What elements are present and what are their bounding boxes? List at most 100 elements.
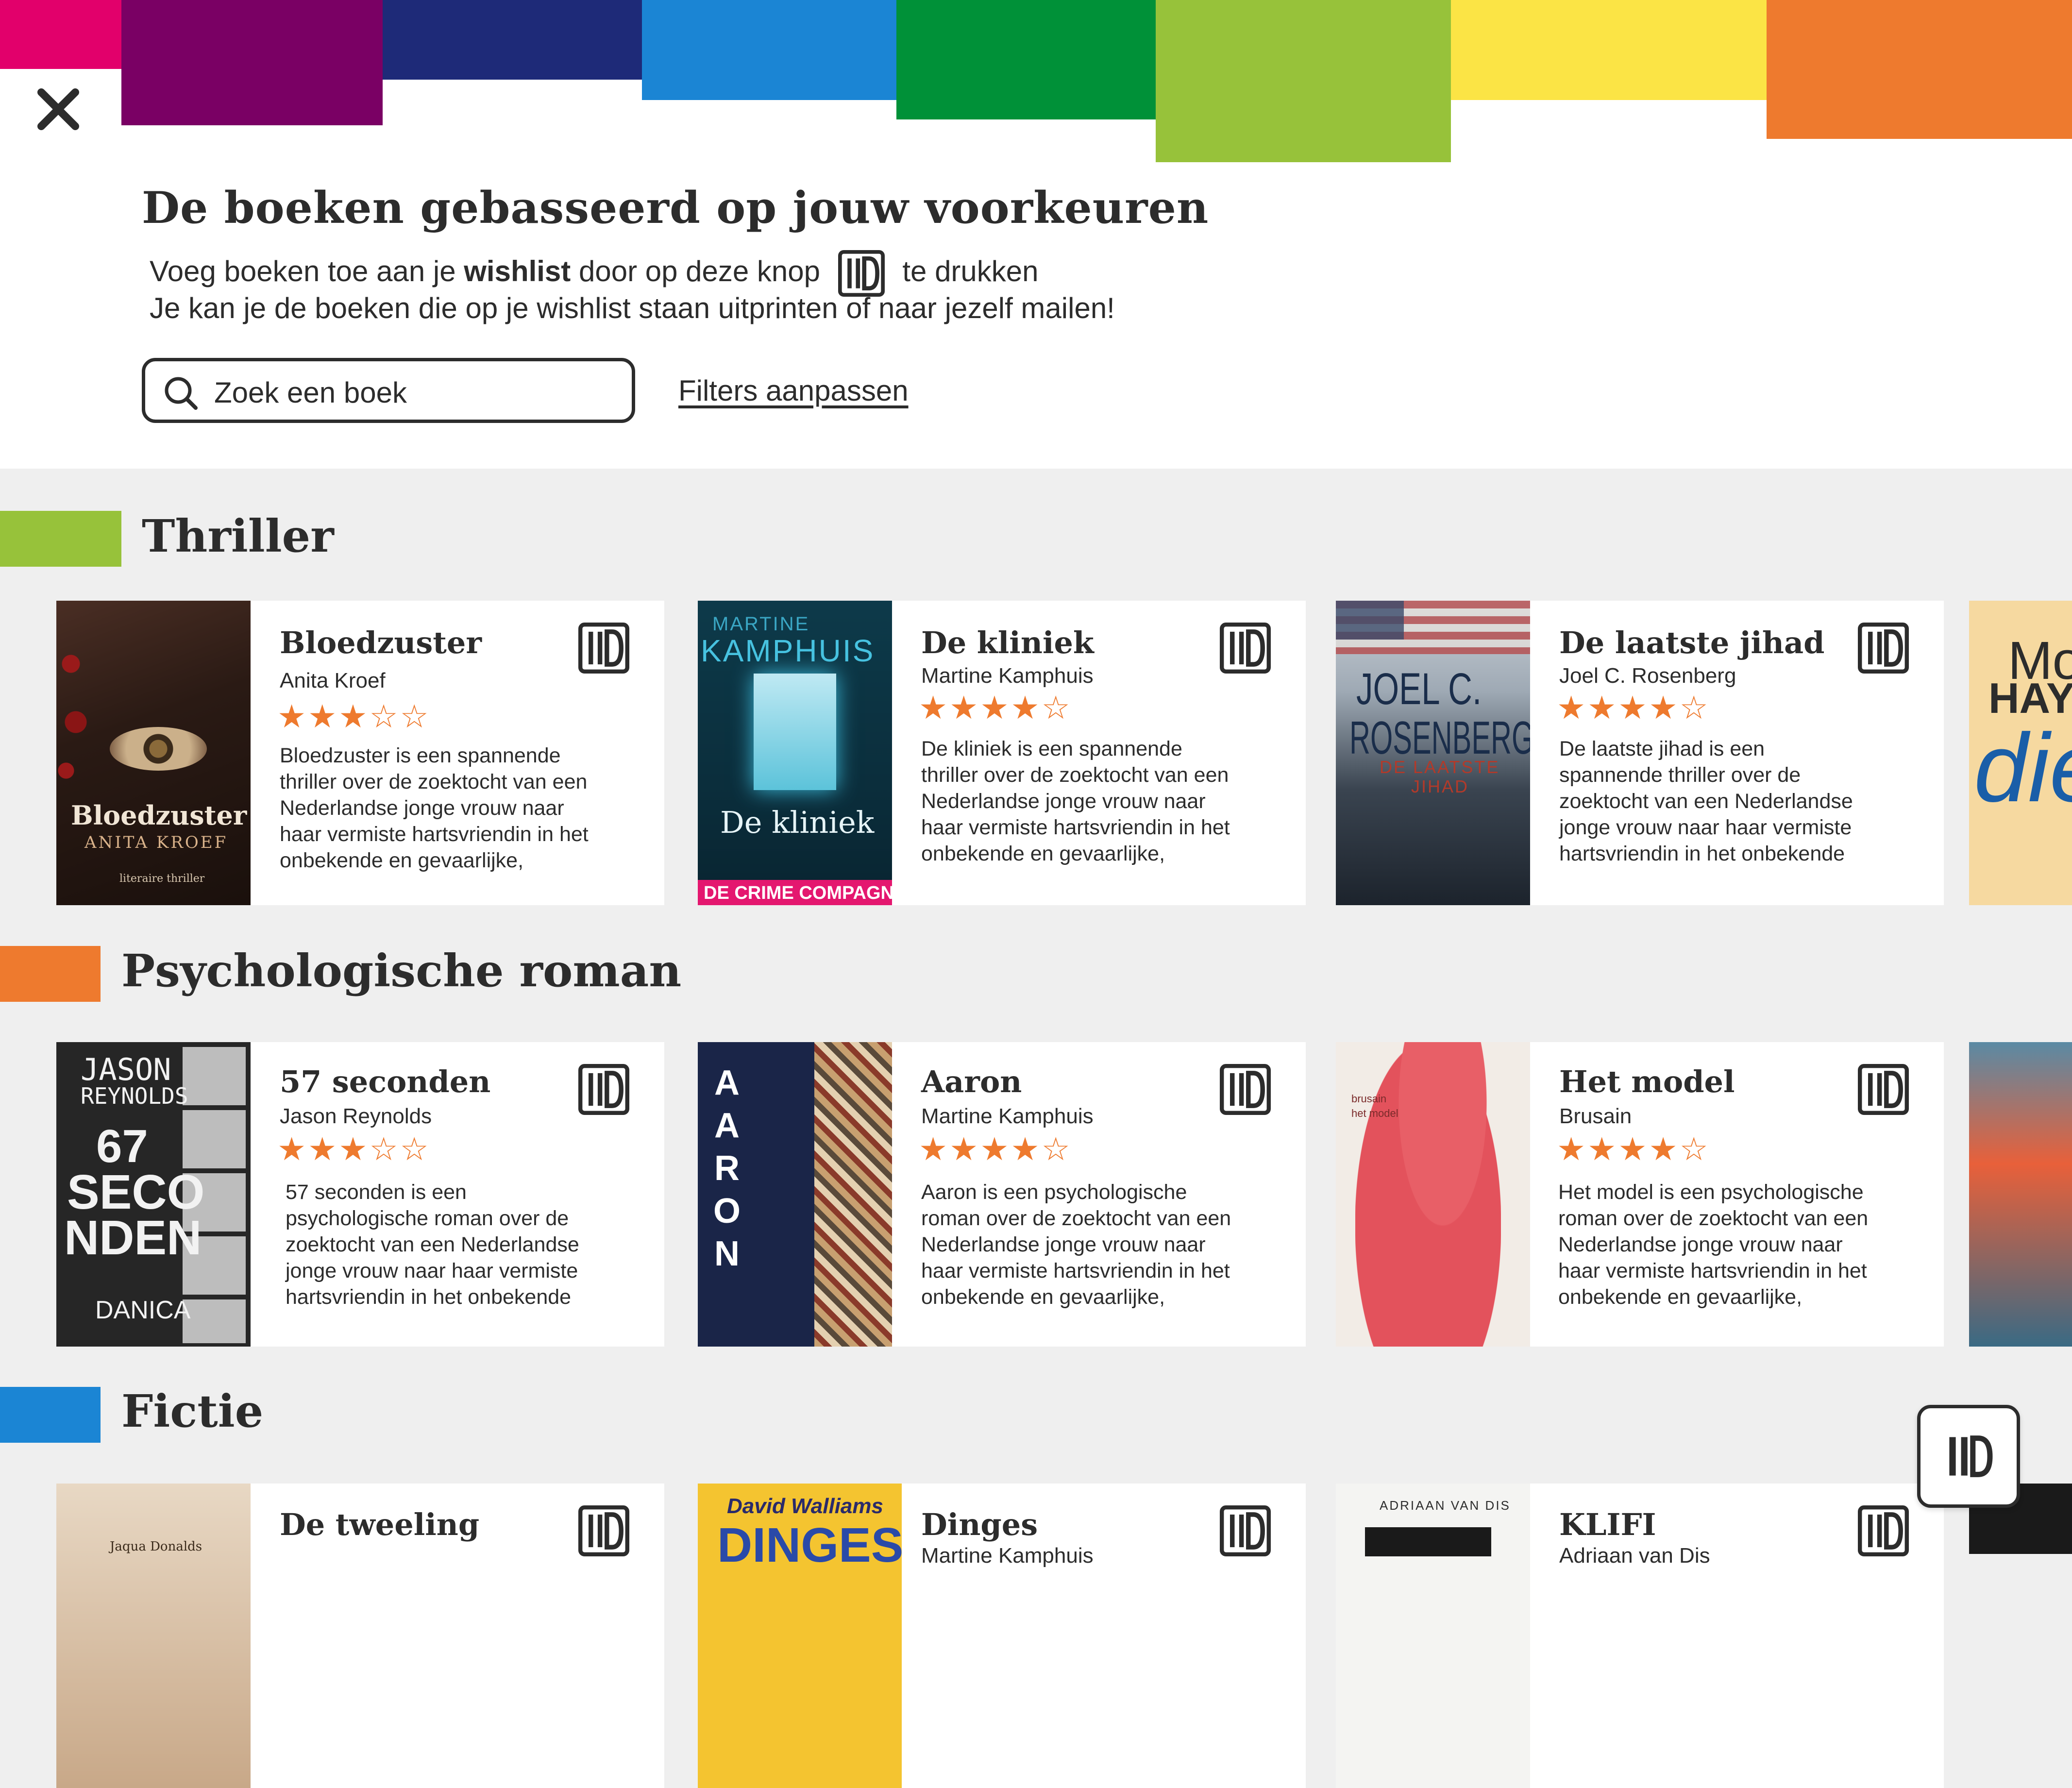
cover-author-last: KAMPHUIS [701, 633, 875, 668]
page-title: De boeken gebasseerd op jouw voorkeuren [142, 182, 1209, 234]
add-to-wishlist-button[interactable] [1220, 1064, 1271, 1115]
cover-tag: literaire thriller [119, 873, 205, 885]
cover-window [754, 674, 836, 790]
book-card-klifi[interactable]: ADRIAAN VAN DIS KLIFI Adriaan van Dis [1336, 1484, 1944, 1788]
cover-author: David Walliams [727, 1494, 883, 1518]
book-rating: ★★★★☆ [919, 689, 1072, 726]
cover-author: brusain [1351, 1093, 1387, 1105]
cover-banner-text: DE CRIME COMPAGNIE [704, 883, 892, 903]
book-author: Martine Kamphuis [921, 1544, 1094, 1568]
add-to-wishlist-button[interactable] [1858, 623, 1909, 674]
book-cover: JOEL C. ROSENBERG DE LAATSTE JIHAD [1336, 601, 1530, 905]
section-accent-psychologische-roman [0, 946, 101, 1002]
wishlist-icon [578, 1064, 629, 1115]
book-description: Het model is een psychologische roman ov… [1558, 1181, 1869, 1309]
cover-painting [1355, 1042, 1501, 1347]
book-author: Martine Kamphuis [921, 664, 1094, 688]
color-stripe-navy [383, 0, 642, 80]
cover-title: het model [1351, 1107, 1398, 1119]
section-accent-thriller [0, 511, 121, 567]
wishlist-icon [1858, 623, 1909, 674]
book-card-aaron[interactable]: AARON Aaron Martine Kamphuis ★★★★☆ Aaron… [698, 1042, 1306, 1347]
book-card-de-kliniek[interactable]: MARTINE KAMPHUIS De kliniek DE CRIME COM… [698, 601, 1306, 905]
cover-author-first: JASON [81, 1052, 171, 1087]
add-to-wishlist-button[interactable] [1858, 1064, 1909, 1115]
cover-title-line1: DE LAATSTE [1380, 757, 1500, 777]
book-title: De tweeling [280, 1507, 480, 1542]
book-title: Het model [1559, 1064, 1735, 1099]
add-to-wishlist-button[interactable] [578, 1505, 629, 1556]
instructions-text: te drukken [894, 254, 1039, 287]
book-title: Dinges [921, 1507, 1038, 1542]
book-description: Bloedzuster is een spannende thriller ov… [280, 744, 589, 872]
instructions-text: door op deze knop [571, 254, 828, 287]
cover-title: Bloedzuster [71, 800, 247, 831]
wishlist-icon [1949, 1435, 1993, 1477]
open-wishlist-button[interactable] [1917, 1405, 2020, 1508]
book-card-de-laatste-jihad[interactable]: JOEL C. ROSENBERG DE LAATSTE JIHAD De la… [1336, 601, 1944, 905]
book-author: Brusain [1559, 1104, 1632, 1128]
header: De boeken gebasseerd op jouw voorkeuren … [0, 0, 2072, 469]
book-card-bloedzuster[interactable]: Bloedzuster ANITA KROEF literaire thrill… [56, 601, 664, 905]
book-description: 57 seconden is een psychologische roman … [286, 1181, 579, 1309]
cover-title-line3: NDEN [64, 1211, 202, 1265]
wishlist-icon [1220, 623, 1271, 674]
cover-author: ADRIAAN VAN DIS [1380, 1498, 1511, 1513]
add-to-wishlist-button[interactable] [1220, 1505, 1271, 1556]
cover-text: die [1974, 714, 2072, 822]
book-title: Aaron [921, 1064, 1022, 1099]
book-rating: ★★★★☆ [1557, 1130, 1710, 1168]
wishlist-icon [838, 250, 885, 297]
cover-author-first: JOEL C. [1356, 664, 1482, 714]
wishlist-icon [1858, 1064, 1909, 1115]
book-card-partial[interactable]: Mo HAY die [1969, 601, 2072, 905]
book-card-dinges[interactable]: David Walliams DINGES Dinges Martine Kam… [698, 1484, 1306, 1788]
cover-title: De kliniek [720, 805, 875, 840]
color-stripe-yellow [1451, 0, 1768, 100]
book-rating: ★★★★☆ [919, 1130, 1072, 1168]
color-stripe-green [896, 0, 1157, 119]
wishlist-icon [1220, 1505, 1271, 1556]
book-cover: brusain het model [1336, 1042, 1530, 1347]
book-card-57-seconden[interactable]: JASON REYNOLDS 67 SECO NDEN DANICA 57 se… [56, 1042, 664, 1347]
book-title: KLIFI [1559, 1507, 1656, 1542]
section-title-psychologische-roman: Psychologische roman [121, 945, 682, 997]
book-description: De kliniek is een spannende thriller ove… [921, 737, 1230, 865]
section-title-fictie: Fictie [121, 1385, 264, 1437]
book-title: De kliniek [921, 625, 1094, 660]
wishlist-icon [578, 1505, 629, 1556]
book-cover: Jaqua Donalds [56, 1484, 251, 1788]
add-to-wishlist-button[interactable] [578, 623, 629, 674]
search-input[interactable] [213, 370, 613, 415]
book-author: Martine Kamphuis [921, 1104, 1094, 1128]
cover-title-line2: JIHAD [1411, 776, 1469, 796]
book-rating: ★★★★☆ [1557, 689, 1710, 726]
color-stripe-pink [0, 0, 122, 69]
book-cover: Bloedzuster ANITA KROEF literaire thrill… [56, 601, 251, 905]
cover-title-vertical: AARON [713, 1063, 741, 1273]
cover-author-first: MARTINE [712, 613, 810, 635]
cover-graphic [1365, 1527, 1491, 1556]
filters-link[interactable]: Filters aanpassen [678, 374, 909, 407]
book-cover: JASON REYNOLDS 67 SECO NDEN DANICA [56, 1042, 251, 1347]
book-title: De laatste jihad [1559, 625, 1825, 660]
add-to-wishlist-button[interactable] [1220, 623, 1271, 674]
search-icon [165, 377, 198, 410]
book-card-het-model[interactable]: brusain het model Het model Brusain ★★★★… [1336, 1042, 1944, 1347]
book-author: Adriaan van Dis [1559, 1544, 1710, 1568]
cover-author: ANITA KROEF [84, 833, 228, 852]
instructions-line-2: Je kan je de boeken die op je wishlist s… [150, 292, 1115, 324]
search-box[interactable] [142, 358, 635, 423]
instructions-bold-text: wishlist [464, 254, 571, 287]
book-card-partial[interactable] [1969, 1042, 2072, 1347]
add-to-wishlist-button[interactable] [1858, 1505, 1909, 1556]
add-to-wishlist-button[interactable] [578, 1064, 629, 1115]
close-icon [37, 88, 79, 130]
book-cover: MARTINE KAMPHUIS De kliniek DE CRIME COM… [698, 601, 892, 905]
close-button[interactable] [36, 87, 80, 131]
book-card-de-tweeling[interactable]: Jaqua Donalds De tweeling [56, 1484, 664, 1788]
cover-roses [56, 644, 90, 790]
cover-author-last: REYNOLDS [81, 1083, 188, 1109]
book-cover: ADRIAAN VAN DIS [1336, 1484, 1530, 1788]
wishlist-icon [578, 623, 629, 674]
